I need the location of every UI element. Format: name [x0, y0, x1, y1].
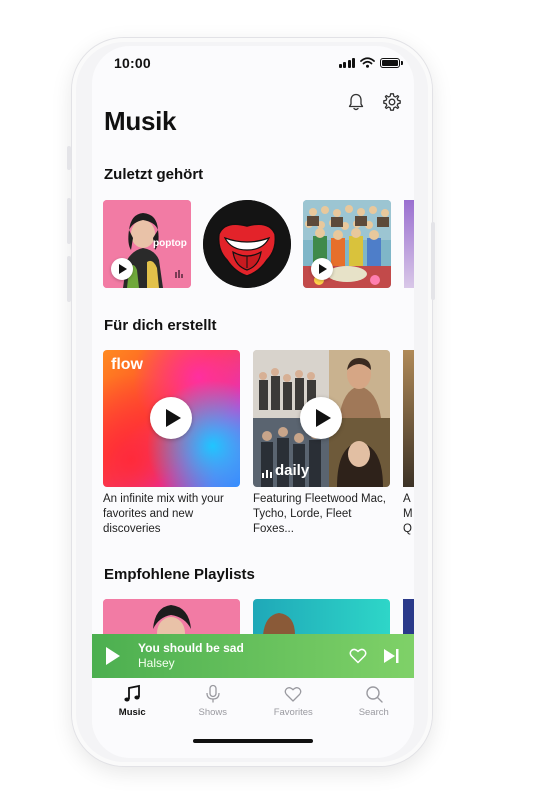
tab-label: Favorites — [273, 707, 313, 718]
phone-side-button — [67, 146, 71, 170]
playlist-cover-art — [103, 599, 240, 639]
recent-item-sgt-pepper[interactable] — [303, 200, 391, 288]
now-playing-artist: Halsey — [138, 656, 175, 670]
tab-search[interactable]: Search — [334, 678, 415, 730]
flow-card[interactable]: flow — [103, 350, 240, 487]
section-title-recent: Zuletzt gehört — [104, 166, 204, 183]
poptop-badge: poptop — [153, 238, 187, 249]
playlist-cover-art — [263, 613, 295, 639]
status-time: 10:00 — [114, 55, 151, 71]
flow-caption: An infinite mix with your favorites and … — [103, 493, 224, 535]
microphone-icon — [206, 684, 220, 703]
recent-item-poptop[interactable]: poptop — [103, 200, 191, 288]
skip-forward-icon[interactable] — [382, 647, 400, 665]
phone-volume-up-button — [67, 198, 71, 244]
partial-caption: A M Q — [403, 493, 412, 535]
playlist-card-1[interactable] — [103, 599, 240, 639]
page-title: Musik — [104, 106, 177, 136]
play-button[interactable] — [311, 258, 333, 280]
signal-icon — [338, 57, 355, 68]
tab-music[interactable]: Music — [92, 678, 173, 730]
play-button[interactable] — [111, 258, 133, 280]
play-button[interactable] — [300, 397, 342, 439]
tab-label: Music — [118, 707, 146, 718]
tab-shows[interactable]: Shows — [173, 678, 254, 730]
search-icon — [366, 686, 383, 703]
phone-power-button — [431, 222, 435, 300]
play-button[interactable] — [150, 397, 192, 439]
daily-bars-icon — [262, 470, 272, 478]
daily-tag: daily — [275, 462, 310, 479]
music-note-icon — [124, 684, 141, 702]
app-screen: 10:00 Musik Zuletzt gehört poptop Für di… — [92, 46, 414, 758]
daily-card[interactable]: daily — [253, 350, 390, 487]
wifi-icon — [360, 57, 375, 68]
phone-volume-down-button — [67, 256, 71, 302]
status-icons — [338, 57, 403, 68]
header-actions — [346, 92, 402, 112]
battery-icon — [380, 57, 403, 68]
playlist-card-2[interactable] — [253, 599, 390, 639]
tab-bar: Music Shows Favorites Search — [92, 678, 414, 730]
mini-player-play-icon[interactable] — [106, 647, 120, 665]
now-playing-bar[interactable]: You should be sad Halsey — [92, 634, 414, 678]
section-title-for-you: Für dich erstellt — [104, 317, 217, 334]
status-bar: 10:00 — [92, 46, 414, 80]
recent-item-partial[interactable] — [404, 200, 414, 288]
rolling-stones-cover-art — [203, 200, 291, 288]
home-indicator[interactable] — [193, 739, 313, 743]
tab-favorites[interactable]: Favorites — [253, 678, 334, 730]
heart-icon[interactable] — [348, 646, 368, 666]
for-you-card-partial[interactable] — [403, 350, 414, 487]
bell-icon[interactable] — [346, 92, 366, 112]
now-playing-title: You should be sad — [138, 641, 244, 655]
recent-item-rolling-stones[interactable] — [203, 200, 291, 288]
heart-icon — [284, 687, 302, 702]
daily-caption: Featuring Fleetwood Mac, Tycho, Lorde, F… — [253, 493, 386, 535]
tab-label: Search — [358, 707, 389, 718]
tab-label: Shows — [198, 707, 227, 718]
gear-icon[interactable] — [382, 92, 402, 112]
section-title-playlists: Empfohlene Playlists — [104, 566, 255, 583]
flow-tag: flow — [111, 356, 143, 373]
playlist-card-partial[interactable] — [403, 599, 414, 639]
